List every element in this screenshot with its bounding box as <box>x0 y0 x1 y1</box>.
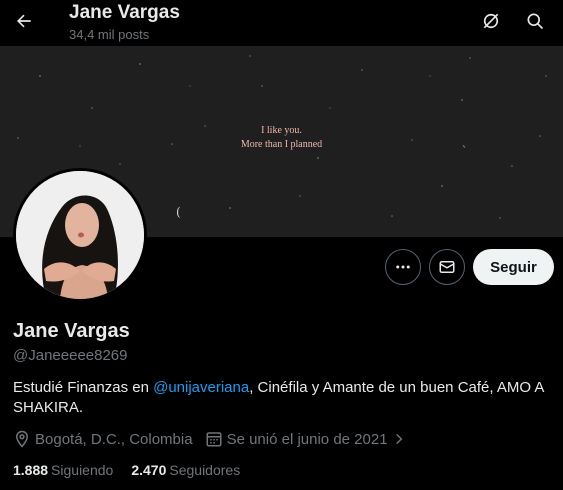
envelope-icon <box>439 261 455 273</box>
bio-mention-link[interactable]: @unijaveriana <box>153 379 249 396</box>
following-stat[interactable]: 1.888 Siguiendo <box>13 462 113 478</box>
join-date-item[interactable]: Se unió el junio de 2021 <box>205 430 406 448</box>
more-icon <box>396 265 410 269</box>
profile-header: Jane Vargas 34,4 mil posts <box>0 0 563 46</box>
followers-label: Seguidores <box>169 462 241 478</box>
avatar-photo <box>16 171 144 299</box>
spaces-icon <box>483 13 499 29</box>
back-arrow-icon <box>17 14 31 28</box>
profile-name: Jane Vargas <box>13 320 130 342</box>
back-button[interactable] <box>8 5 40 37</box>
profile-handle: @Janeeeee8269 <box>13 347 128 364</box>
calendar-icon <box>206 432 222 447</box>
svg-text:(: ( <box>176 205 181 219</box>
avatar-image <box>16 171 144 299</box>
more-options-button[interactable] <box>385 249 421 285</box>
avatar[interactable] <box>13 168 147 302</box>
location-item: Bogotá, D.C., Colombia <box>13 430 193 448</box>
chevron-right-icon <box>395 433 402 445</box>
location-text: Bogotá, D.C., Colombia <box>35 430 193 448</box>
message-button[interactable] <box>429 249 465 285</box>
following-count: 1.888 <box>13 462 49 478</box>
profile-bio: Estudié Finanzas en @unijaveriana, Cinéf… <box>13 378 553 418</box>
search-icon <box>527 13 544 30</box>
post-count: 34,4 mil posts <box>69 27 150 42</box>
location-icon <box>15 430 29 448</box>
join-date-text: Se unió el junio de 2021 <box>226 430 388 448</box>
bio-text-start: Estudié Finanzas en <box>13 379 154 396</box>
header-title: Jane Vargas <box>69 2 180 23</box>
followers-stat[interactable]: 2.470 Seguidores <box>131 462 240 478</box>
profile-stats: 1.888 Siguiendo 2.470 Seguidores <box>13 460 258 480</box>
follow-button[interactable]: Seguir <box>473 249 554 285</box>
banner-quote-line-1: I like you. <box>261 125 302 136</box>
profile-meta: Bogotá, D.C., Colombia Se unió el junio … <box>13 429 418 449</box>
following-label: Siguiendo <box>51 462 114 478</box>
search-button[interactable] <box>520 6 550 36</box>
followers-count: 2.470 <box>131 462 167 478</box>
spaces-button[interactable] <box>476 6 506 36</box>
banner-quote-line-2: More than I planned <box>240 139 323 150</box>
header-title-group: Jane Vargas 34,4 mil posts <box>69 1 180 43</box>
